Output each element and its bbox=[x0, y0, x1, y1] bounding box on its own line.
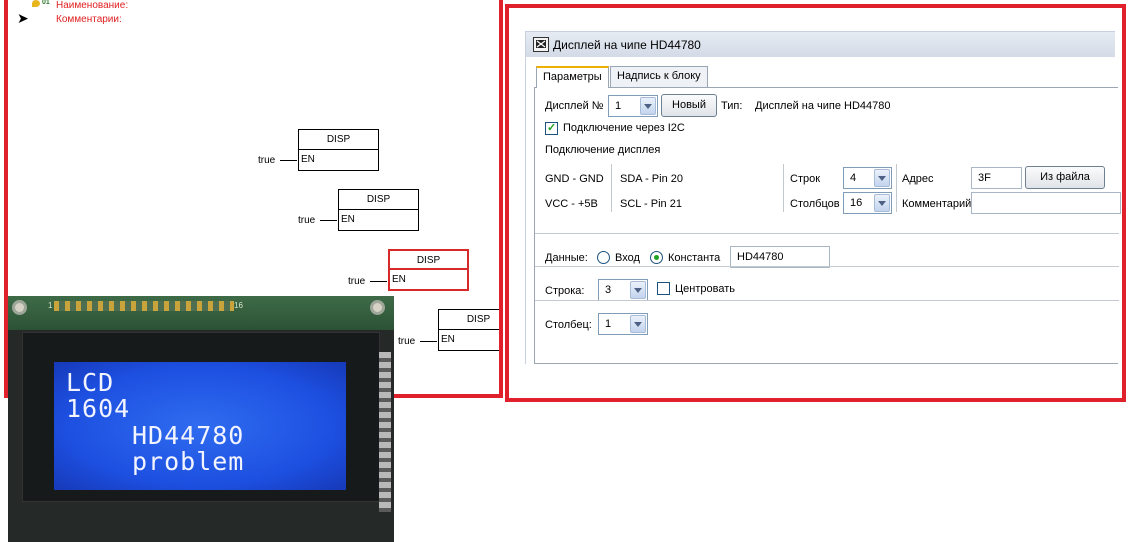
disp-block-4[interactable]: DISP EN bbox=[438, 309, 499, 351]
address-input[interactable]: 3F bbox=[971, 167, 1022, 189]
scl-mapping: SCL - Pin 21 bbox=[620, 198, 682, 210]
separator bbox=[535, 266, 1119, 267]
mounting-hole bbox=[370, 300, 385, 315]
parameters-panel: Дисплей № 1 Новый Тип: Дисплей на чипе H… bbox=[534, 87, 1121, 364]
radio-input[interactable] bbox=[597, 251, 610, 264]
block-4-input-value: true bbox=[398, 336, 416, 347]
chevron-down-icon bbox=[874, 194, 890, 212]
radio-constant-label: Константа bbox=[668, 252, 721, 264]
lcd-photo: 1 16 LCD 1604 HD44780 problem bbox=[8, 296, 394, 542]
dialog-title: Дисплей на чипе HD44780 bbox=[553, 38, 701, 52]
lcd-line-3: HD44780 bbox=[132, 421, 245, 450]
chevron-down-icon bbox=[630, 281, 646, 299]
connection-heading: Подключение дисплея bbox=[545, 144, 661, 156]
chevron-down-icon bbox=[640, 97, 656, 115]
i2c-checkbox[interactable] bbox=[545, 121, 558, 135]
column-label: Столбец: bbox=[545, 319, 592, 331]
block-2-pin: EN bbox=[341, 214, 355, 225]
comment-label: Комментарии: bbox=[56, 14, 122, 25]
block-2-title: DISP bbox=[339, 190, 418, 210]
pin-header bbox=[54, 301, 234, 311]
block-1-title: DISP bbox=[299, 130, 378, 150]
block-3-title: DISP bbox=[390, 251, 467, 270]
separator bbox=[535, 233, 1119, 234]
hd44780-dialog: Дисплей на чипе HD44780 Параметры Надпис… bbox=[525, 31, 1121, 364]
from-file-button[interactable]: Из файла bbox=[1025, 166, 1105, 189]
pcb-label-right: 16 bbox=[234, 301, 243, 310]
block-1-pin: EN bbox=[301, 154, 315, 165]
new-button[interactable]: Новый bbox=[661, 94, 717, 117]
block-4-title: DISP bbox=[439, 310, 499, 330]
center-label: Центровать bbox=[675, 283, 735, 295]
chevron-down-icon bbox=[630, 315, 646, 333]
radio-constant[interactable] bbox=[650, 251, 663, 264]
display-number-select[interactable]: 1 bbox=[608, 95, 658, 117]
line-select[interactable]: 3 bbox=[598, 279, 648, 301]
vcc-mapping: VCC - +5B bbox=[545, 198, 598, 210]
pcb-label-left: 1 bbox=[48, 301, 53, 310]
column-value: 1 bbox=[605, 318, 612, 330]
disp-block-2[interactable]: DISP EN bbox=[338, 189, 419, 231]
tab-block-caption[interactable]: Надпись к блоку bbox=[610, 66, 708, 87]
lcd-line-1: LCD bbox=[66, 368, 115, 397]
arrow-pointer-icon: ➤ bbox=[17, 10, 29, 26]
dialog-frame: Дисплей на чипе HD44780 Параметры Надпис… bbox=[505, 4, 1126, 402]
block-3-pin: EN bbox=[392, 274, 406, 285]
block-4-pin: EN bbox=[441, 334, 455, 345]
center-checkbox[interactable] bbox=[657, 282, 670, 295]
rows-select[interactable]: 4 bbox=[843, 167, 892, 189]
radio-input-label: Вход bbox=[615, 252, 640, 264]
dialog-body: Параметры Надпись к блоку Дисплей № 1 Но… bbox=[525, 57, 1121, 364]
line-label: Строка: bbox=[545, 285, 585, 297]
rows-value: 4 bbox=[850, 172, 857, 184]
block-2-input-value: true bbox=[298, 215, 316, 226]
separator bbox=[611, 164, 612, 212]
lcd-line-4: problem bbox=[132, 447, 245, 476]
type-label: Тип: bbox=[721, 100, 743, 112]
rows-label: Строк bbox=[790, 173, 821, 185]
header-icon-number: 01 bbox=[42, 0, 50, 6]
i2c-label: Подключение через I2C bbox=[563, 122, 685, 134]
data-label: Данные: bbox=[545, 252, 588, 264]
sda-mapping: SDA - Pin 20 bbox=[620, 173, 683, 185]
cols-label: Столбцов bbox=[790, 198, 840, 210]
cols-select[interactable]: 16 bbox=[843, 192, 892, 214]
constant-input[interactable]: HD44780 bbox=[730, 246, 830, 268]
block-2-wire bbox=[320, 220, 337, 221]
block-4-wire bbox=[420, 341, 437, 342]
separator bbox=[535, 300, 1119, 301]
block-header-icon: 01 bbox=[32, 0, 54, 10]
name-label: Наименование: bbox=[56, 0, 129, 11]
leaf-icon bbox=[32, 0, 40, 7]
lcd-line-2: 1604 bbox=[66, 394, 131, 423]
gnd-mapping: GND - GND bbox=[545, 173, 604, 185]
separator bbox=[896, 164, 897, 212]
type-value: Дисплей на чипе HD44780 bbox=[755, 100, 891, 112]
display-number-value: 1 bbox=[615, 100, 622, 112]
line-value: 3 bbox=[605, 284, 612, 296]
separator bbox=[783, 164, 784, 212]
disp-block-1[interactable]: DISP EN bbox=[298, 129, 379, 171]
display-number-label: Дисплей № bbox=[545, 100, 604, 112]
dialog-titlebar[interactable]: Дисплей на чипе HD44780 bbox=[525, 31, 1115, 57]
comment-input[interactable] bbox=[971, 192, 1121, 214]
block-1-input-value: true bbox=[258, 155, 276, 166]
block-3-wire bbox=[370, 281, 387, 282]
comment-label: Комментарий bbox=[902, 198, 972, 210]
block-3-input-value: true bbox=[348, 276, 366, 287]
address-value: 3F bbox=[978, 172, 991, 184]
display-chip-icon bbox=[533, 37, 549, 52]
mounting-hole bbox=[12, 300, 27, 315]
block-1-wire bbox=[280, 160, 297, 161]
tab-parameters[interactable]: Параметры bbox=[536, 66, 609, 88]
chevron-down-icon bbox=[874, 169, 890, 187]
lcd-screen: LCD 1604 HD44780 problem bbox=[54, 362, 346, 490]
constant-value: HD44780 bbox=[737, 251, 784, 263]
column-select[interactable]: 1 bbox=[598, 313, 648, 335]
address-label: Адрес bbox=[902, 173, 934, 185]
side-connector bbox=[379, 352, 391, 512]
cols-value: 16 bbox=[850, 197, 863, 209]
disp-block-3-selected[interactable]: DISP EN bbox=[388, 249, 469, 291]
